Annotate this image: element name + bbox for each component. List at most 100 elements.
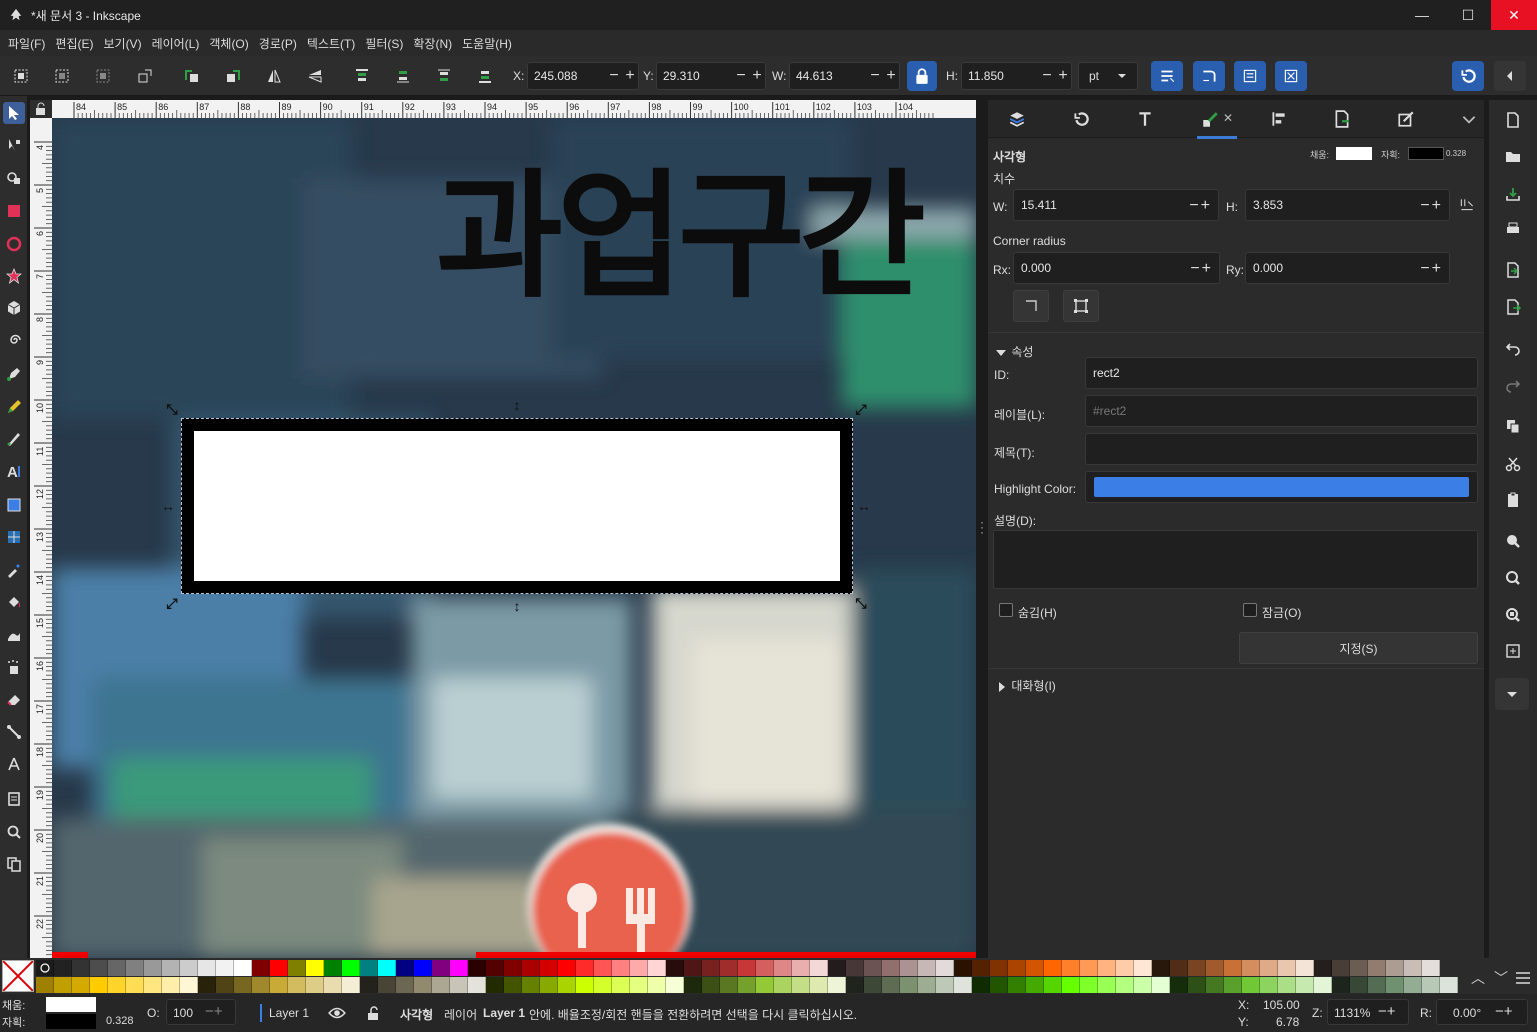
stroke-swatch[interactable] <box>1408 147 1444 160</box>
color-swatch[interactable] <box>558 960 576 976</box>
gradient-tool[interactable] <box>3 494 25 516</box>
color-swatch[interactable] <box>414 960 432 976</box>
color-swatch[interactable] <box>1260 960 1278 976</box>
save-icon[interactable] <box>1503 184 1523 204</box>
color-swatch[interactable] <box>1278 977 1296 993</box>
calligraphy-tool[interactable] <box>3 428 25 450</box>
menu-extensions[interactable]: 확장(N) <box>409 35 456 52</box>
flip-horizontal-icon[interactable] <box>264 66 284 86</box>
color-swatch[interactable] <box>882 960 900 976</box>
color-swatch[interactable] <box>1332 977 1350 993</box>
highlight-color-button[interactable] <box>1085 471 1478 503</box>
ry-field[interactable]: 0.000 −+ <box>1245 252 1450 284</box>
eraser-tool[interactable] <box>3 688 25 710</box>
rect-width-field[interactable]: 15.411 −+ <box>1013 189 1219 221</box>
rect-height-field[interactable]: 3.853 −+ <box>1245 189 1450 221</box>
menu-layer[interactable]: 레이어(L) <box>148 35 204 52</box>
lock-guides-icon[interactable] <box>30 100 52 118</box>
pages-tool[interactable] <box>3 788 25 810</box>
color-swatch[interactable] <box>414 977 432 993</box>
select-all-icon[interactable] <box>11 66 31 86</box>
rectangle-tool[interactable] <box>3 200 25 222</box>
color-swatch[interactable] <box>1152 977 1170 993</box>
color-swatch[interactable] <box>54 977 72 993</box>
color-swatch[interactable] <box>1188 960 1206 976</box>
menu-edit[interactable]: 편집(E) <box>51 35 97 52</box>
properties-expander[interactable]: 속성 <box>996 343 1033 360</box>
color-swatch[interactable] <box>72 960 90 976</box>
more-commands-button[interactable] <box>1495 678 1529 710</box>
color-swatch[interactable] <box>162 977 180 993</box>
color-swatch[interactable] <box>1314 977 1332 993</box>
color-swatch[interactable] <box>900 977 918 993</box>
rotate-cw-icon[interactable] <box>223 66 243 86</box>
select-all-layers-icon[interactable] <box>52 66 72 86</box>
color-swatch[interactable] <box>756 977 774 993</box>
tab-document-properties[interactable] <box>1331 108 1353 130</box>
transform-patterns-button[interactable] <box>1275 61 1307 91</box>
resize-handle-bottom-left[interactable]: ⤢ <box>164 595 180 611</box>
remove-transform-button[interactable] <box>1063 290 1099 322</box>
x-field[interactable]: 245.088− + <box>527 62 639 90</box>
ellipse-tool[interactable] <box>3 233 25 255</box>
color-swatch[interactable] <box>918 977 936 993</box>
color-swatch[interactable] <box>1134 960 1152 976</box>
color-swatch[interactable] <box>468 977 486 993</box>
rotate-field[interactable]: 0.00° −+ <box>1436 999 1528 1025</box>
spray-tool[interactable] <box>3 656 25 678</box>
paste-icon[interactable] <box>1503 490 1523 510</box>
color-swatch[interactable] <box>774 960 792 976</box>
w-decrement[interactable]: − <box>867 68 883 84</box>
lock-proportions-button[interactable] <box>907 61 937 91</box>
h-increment[interactable]: + <box>1055 68 1071 84</box>
color-swatch[interactable] <box>504 977 522 993</box>
color-swatch[interactable] <box>1134 977 1152 993</box>
connector-tool[interactable] <box>3 721 25 743</box>
snap-toggle-button[interactable] <box>1452 61 1484 91</box>
color-swatch[interactable] <box>738 977 756 993</box>
color-swatch[interactable] <box>684 960 702 976</box>
tweak-tool[interactable] <box>3 624 25 646</box>
color-swatch[interactable] <box>1008 977 1026 993</box>
open-folder-icon[interactable] <box>1503 146 1523 166</box>
label-field[interactable]: #rect2 <box>1085 395 1478 427</box>
undo-icon[interactable] <box>1503 338 1523 358</box>
color-swatch[interactable] <box>1260 977 1278 993</box>
color-swatch[interactable] <box>216 977 234 993</box>
transform-gradients-button[interactable] <box>1234 61 1266 91</box>
color-swatch[interactable] <box>1044 960 1062 976</box>
spiral-tool[interactable] <box>3 329 25 351</box>
color-swatch[interactable] <box>954 977 972 993</box>
id-field[interactable]: rect2 <box>1085 357 1478 389</box>
color-swatch[interactable] <box>36 977 54 993</box>
color-swatch[interactable] <box>1242 960 1260 976</box>
color-swatch[interactable] <box>612 960 630 976</box>
color-swatch[interactable] <box>1170 977 1188 993</box>
palette-scroll-down-icon[interactable]: ﹀ <box>1494 968 1508 988</box>
color-swatch[interactable] <box>864 977 882 993</box>
export-icon[interactable] <box>1503 297 1523 317</box>
rx-value[interactable]: 0.000 <box>1021 261 1051 275</box>
color-swatch[interactable] <box>288 977 306 993</box>
color-swatch[interactable] <box>1296 977 1314 993</box>
color-swatch[interactable] <box>1242 977 1260 993</box>
color-swatch[interactable] <box>1116 977 1134 993</box>
w-value[interactable]: 44.613 <box>790 69 867 83</box>
color-swatch[interactable] <box>702 960 720 976</box>
color-swatch[interactable] <box>234 977 252 993</box>
color-swatch[interactable] <box>558 977 576 993</box>
rect-height-stepper[interactable]: −+ <box>1420 197 1443 215</box>
color-swatch[interactable] <box>504 960 522 976</box>
color-swatch[interactable] <box>1404 960 1422 976</box>
resize-handle-top-left[interactable]: ⤡ <box>164 401 180 417</box>
color-swatch[interactable] <box>594 960 612 976</box>
color-swatch[interactable] <box>126 977 144 993</box>
x-increment[interactable]: + <box>622 68 638 84</box>
tab-fill-stroke[interactable] <box>1395 108 1417 130</box>
y-field[interactable]: 29.310− + <box>656 62 766 90</box>
color-swatch[interactable] <box>1206 960 1224 976</box>
color-swatch[interactable] <box>1224 960 1242 976</box>
rect-width-stepper[interactable]: −+ <box>1189 197 1212 215</box>
text-tool[interactable]: A <box>3 460 25 482</box>
color-swatch[interactable] <box>468 960 486 976</box>
